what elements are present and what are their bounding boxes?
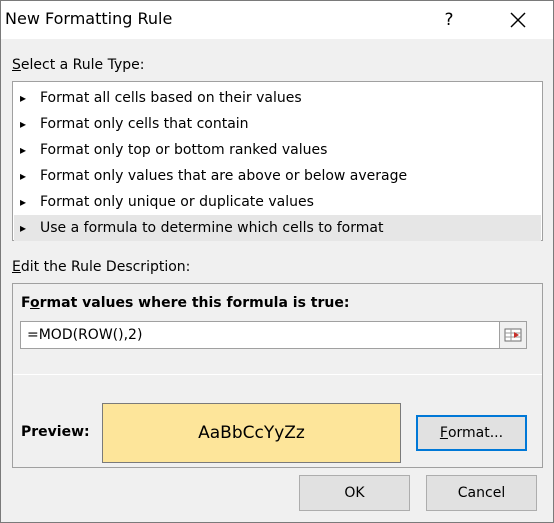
collapse-dialog-button[interactable]	[499, 321, 527, 349]
dialog-title: New Formatting Rule	[5, 9, 173, 28]
close-button[interactable]	[495, 3, 541, 37]
rule-type-item-cells-contain[interactable]: ▸ Format only cells that contain	[14, 111, 541, 137]
rule-description-label: Edit the Rule Description:	[12, 259, 191, 275]
rule-type-label: Select a Rule Type:	[12, 57, 145, 73]
help-icon: ?	[444, 10, 454, 30]
formula-input[interactable]: =MOD(ROW(),2)	[20, 321, 500, 349]
formula-label: Format values where this formula is true…	[21, 295, 350, 311]
ok-button[interactable]: OK	[299, 475, 410, 511]
arrow-right-icon: ▸	[20, 143, 27, 157]
rule-type-item-top-bottom[interactable]: ▸ Format only top or bottom ranked value…	[14, 137, 541, 163]
rule-type-item-above-below-average[interactable]: ▸ Format only values that are above or b…	[14, 163, 541, 189]
rule-type-item-use-formula[interactable]: ▸ Use a formula to determine which cells…	[14, 215, 541, 241]
cancel-button[interactable]: Cancel	[426, 475, 537, 511]
rule-type-item-unique-duplicate[interactable]: ▸ Format only unique or duplicate values	[14, 189, 541, 215]
divider	[13, 374, 542, 375]
rule-type-list[interactable]: ▸ Format all cells based on their values…	[12, 81, 543, 241]
arrow-right-icon: ▸	[20, 195, 27, 209]
title-bar: New Formatting Rule ?	[1, 1, 553, 39]
arrow-right-icon: ▸	[20, 169, 27, 183]
preview-sample: AaBbCcYyZz	[102, 403, 401, 463]
arrow-right-icon: ▸	[20, 91, 27, 105]
range-select-icon	[504, 328, 522, 342]
rule-type-item-all-cells[interactable]: ▸ Format all cells based on their values	[14, 85, 541, 111]
new-formatting-rule-dialog: New Formatting Rule ? Select a Rule Type…	[0, 0, 554, 523]
format-button[interactable]: Format...	[416, 415, 527, 451]
preview-label: Preview:	[21, 424, 90, 440]
arrow-right-icon: ▸	[20, 117, 27, 131]
help-button[interactable]: ?	[429, 3, 469, 37]
arrow-right-icon: ▸	[20, 221, 27, 235]
rule-description-panel: Format values where this formula is true…	[12, 283, 543, 468]
close-icon	[510, 12, 526, 28]
